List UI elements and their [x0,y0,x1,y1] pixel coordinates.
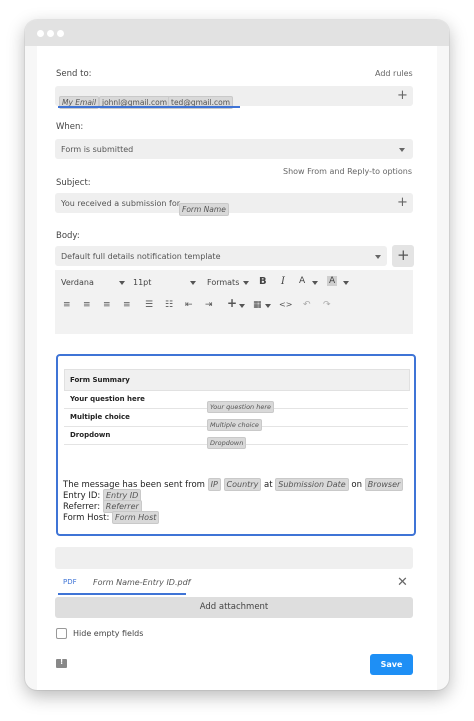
bullet-list-icon[interactable]: ☰ [145,300,153,310]
indent-icon[interactable]: ⇥ [205,300,213,310]
template-value: Default full details notification templa… [61,252,221,261]
window-dot [47,30,54,37]
outdent-icon[interactable]: ⇤ [185,300,193,310]
formats-select[interactable]: Formats [207,278,239,287]
italic-button[interactable]: I [281,276,285,287]
align-center-icon[interactable]: ≡ [83,300,91,310]
chevron-down-icon [312,281,318,285]
source-code-icon[interactable]: <> [279,300,292,310]
font-family-select[interactable]: Verdana [61,278,94,287]
summary-answer-tag[interactable]: Dropdown [207,430,247,449]
attachment-dropzone[interactable] [55,547,413,569]
undo-icon[interactable]: ↶ [303,300,311,310]
attachment-item: PDF Form Name-Entry ID.pdf ✕ [55,573,413,593]
form-host-tag[interactable]: Form Host [112,511,160,524]
hide-empty-label: Hide empty fields [73,629,144,638]
subject-label: Subject: [56,178,91,188]
align-justify-icon[interactable]: ≡ [123,300,131,310]
browser-tag[interactable]: Browser [364,478,404,491]
table-icon[interactable]: ▦ [253,300,262,310]
table-row: Multiple choice Multiple choice [64,409,408,431]
app-window: Send to: Add rules My Email johnl@gmail.… [25,20,449,690]
form-summary-title: Form Summary [70,376,130,384]
recipients-highlight-underline [58,106,240,108]
window-dot [57,30,64,37]
body-label: Body: [56,231,80,241]
country-tag[interactable]: Country [223,478,262,491]
window-dot [37,30,44,37]
feedback-icon[interactable]: ! [56,658,67,668]
plus-icon: + [397,246,410,264]
chevron-down-icon [343,281,349,285]
redo-icon[interactable]: ↷ [323,300,331,310]
add-recipient-icon[interactable]: + [397,89,408,102]
table-row: Dropdown Dropdown [64,427,408,449]
when-select[interactable]: Form is submitted [55,139,413,159]
chevron-down-icon [239,304,245,308]
submission-date-tag[interactable]: Submission Date [275,478,349,491]
align-right-icon[interactable]: ≡ [103,300,111,310]
chevron-down-icon [375,255,381,259]
send-to-field[interactable]: My Email johnl@gmail.com ted@gmail.com + [55,86,413,109]
chevron-down-icon [119,281,125,285]
numbered-list-icon[interactable]: ☷ [165,300,173,310]
pdf-badge: PDF [63,578,77,586]
font-size-select[interactable]: 11pt [133,278,151,287]
email-body-editor[interactable]: Form Summary Your question here Your que… [56,354,416,536]
form-summary-header: Form Summary [64,369,410,391]
subject-text: You received a submission for [61,199,181,208]
chevron-down-icon [190,281,196,285]
save-button[interactable]: Save [370,654,413,675]
summary-question: Dropdown [70,431,111,439]
attachment-name[interactable]: Form Name-Entry ID.pdf [93,578,190,587]
chevron-down-icon [399,148,405,152]
message-line-host: Form Host: Form Host [63,511,160,524]
close-icon[interactable]: ✕ [397,575,408,590]
bold-button[interactable]: B [259,276,267,287]
send-to-label: Send to: [56,69,92,79]
summary-question: Your question here [70,395,145,403]
when-value: Form is submitted [61,145,134,154]
add-field-icon[interactable]: + [397,196,408,209]
notification-settings-panel: Send to: Add rules My Email johnl@gmail.… [37,46,437,690]
title-bar [25,20,449,46]
add-template-button[interactable]: + [392,245,414,267]
subject-tag[interactable]: Form Name [179,197,229,216]
text-color-button[interactable]: A [299,276,305,286]
table-row: Your question here Your question here [64,391,408,413]
editor-toolbar: Verdana 11pt Formats B I A A ≡ ≡ ≡ ≡ ☰ ☷… [55,270,413,334]
chevron-down-icon [243,281,249,285]
add-attachment-button[interactable]: Add attachment [55,597,413,618]
add-rules-link[interactable]: Add rules [375,69,413,78]
when-label: When: [56,122,84,132]
body-template-select[interactable]: Default full details notification templa… [55,246,387,266]
summary-question: Multiple choice [70,413,130,421]
hide-empty-checkbox[interactable] [56,628,67,639]
background-color-button[interactable]: A [327,276,338,286]
chevron-down-icon [265,304,271,308]
ip-tag[interactable]: IP [207,478,221,491]
show-from-reply-to-link[interactable]: Show From and Reply-to options [283,167,412,176]
attachment-highlight-underline [58,593,186,595]
insert-plus-icon[interactable]: + [227,297,237,309]
subject-field[interactable]: You received a submission for Form Name … [55,193,413,216]
align-left-icon[interactable]: ≡ [63,300,71,310]
